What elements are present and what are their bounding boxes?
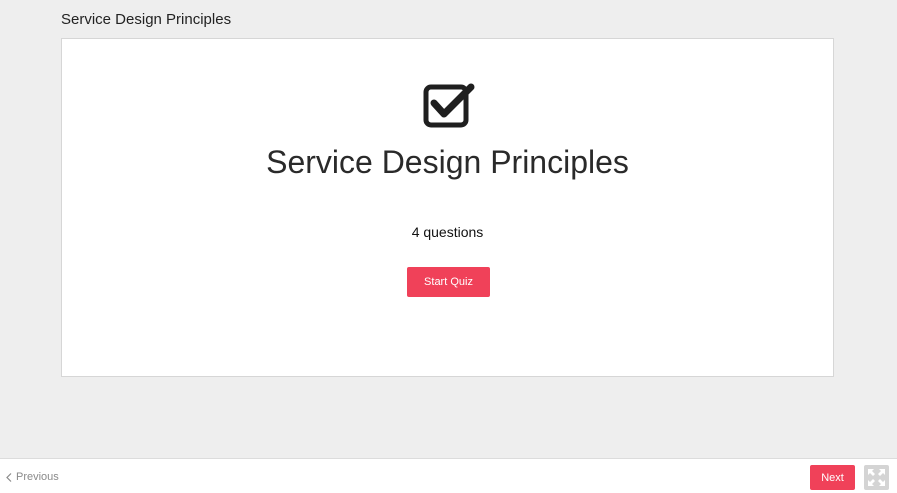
footer-nav: Previous Next — [0, 458, 897, 493]
fullscreen-button[interactable] — [864, 465, 889, 490]
checkbox-checked-icon — [423, 83, 475, 128]
quiz-card: Service Design Principles 4 questions St… — [61, 38, 834, 377]
question-count: 4 questions — [411, 224, 484, 240]
next-button[interactable]: Next — [810, 465, 855, 490]
chevron-left-icon — [6, 472, 12, 482]
quiz-app: Service Design Principles Service Design… — [0, 0, 897, 493]
previous-button[interactable]: Previous — [6, 471, 59, 483]
quiz-title: Service Design Principles — [266, 144, 629, 180]
expand-icon — [868, 469, 885, 486]
page-title: Service Design Principles — [61, 11, 232, 28]
previous-label: Previous — [16, 471, 59, 483]
start-quiz-button[interactable]: Start Quiz — [407, 267, 490, 297]
